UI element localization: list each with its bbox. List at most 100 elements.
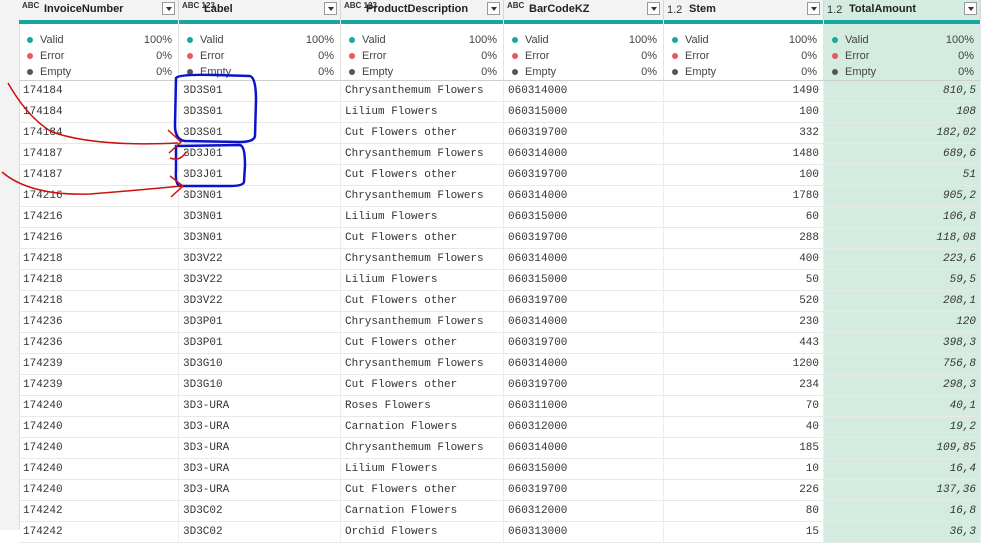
cell-desc[interactable]: Chrysanthemum Flowers: [341, 81, 504, 102]
cell-label[interactable]: 3D3G10: [179, 354, 341, 375]
cell-total[interactable]: 108: [824, 102, 981, 123]
cell-barcode[interactable]: 060319700: [504, 480, 664, 501]
cell-barcode[interactable]: 060312000: [504, 501, 664, 522]
cell-label[interactable]: 3D3C02: [179, 501, 341, 522]
cell-stem[interactable]: 1200: [664, 354, 824, 375]
cell-invoice[interactable]: 174184: [19, 102, 179, 123]
cell-invoice[interactable]: 174240: [19, 459, 179, 480]
cell-label[interactable]: 3D3-URA: [179, 438, 341, 459]
cell-total[interactable]: 223,6: [824, 249, 981, 270]
cell-total[interactable]: 36,3: [824, 522, 981, 543]
cell-desc[interactable]: Cut Flowers other: [341, 375, 504, 396]
column-header-label[interactable]: ABC 123 Label: [179, 0, 341, 20]
cell-stem[interactable]: 226: [664, 480, 824, 501]
cell-desc[interactable]: Chrysanthemum Flowers: [341, 438, 504, 459]
cell-total[interactable]: 19,2: [824, 417, 981, 438]
cell-barcode[interactable]: 060314000: [504, 354, 664, 375]
cell-invoice[interactable]: 174218: [19, 291, 179, 312]
cell-barcode[interactable]: 060319700: [504, 333, 664, 354]
cell-total[interactable]: 51: [824, 165, 981, 186]
cell-stem[interactable]: 520: [664, 291, 824, 312]
cell-stem[interactable]: 288: [664, 228, 824, 249]
cell-invoice[interactable]: 174236: [19, 333, 179, 354]
cell-stem[interactable]: 400: [664, 249, 824, 270]
cell-barcode[interactable]: 060311000: [504, 396, 664, 417]
cell-desc[interactable]: Lilium Flowers: [341, 102, 504, 123]
cell-label[interactable]: 3D3-URA: [179, 480, 341, 501]
cell-barcode[interactable]: 060314000: [504, 186, 664, 207]
cell-label[interactable]: 3D3G10: [179, 375, 341, 396]
cell-total[interactable]: 109,85: [824, 438, 981, 459]
cell-desc[interactable]: Cut Flowers other: [341, 123, 504, 144]
cell-desc[interactable]: Cut Flowers other: [341, 228, 504, 249]
cell-desc[interactable]: Chrysanthemum Flowers: [341, 249, 504, 270]
cell-stem[interactable]: 1780: [664, 186, 824, 207]
cell-total[interactable]: 40,1: [824, 396, 981, 417]
cell-invoice[interactable]: 174184: [19, 81, 179, 102]
cell-label[interactable]: 3D3P01: [179, 333, 341, 354]
cell-total[interactable]: 756,8: [824, 354, 981, 375]
cell-barcode[interactable]: 060314000: [504, 249, 664, 270]
cell-label[interactable]: 3D3J01: [179, 144, 341, 165]
cell-barcode[interactable]: 060314000: [504, 144, 664, 165]
type-icon[interactable]: 1.2: [827, 5, 842, 16]
chevron-down-icon[interactable]: [487, 2, 500, 15]
cell-desc[interactable]: Roses Flowers: [341, 396, 504, 417]
cell-invoice[interactable]: 174242: [19, 522, 179, 543]
cell-barcode[interactable]: 060313000: [504, 522, 664, 543]
cell-barcode[interactable]: 060319700: [504, 123, 664, 144]
cell-total[interactable]: 905,2: [824, 186, 981, 207]
cell-invoice[interactable]: 174240: [19, 480, 179, 501]
cell-desc[interactable]: Cut Flowers other: [341, 480, 504, 501]
cell-stem[interactable]: 1480: [664, 144, 824, 165]
cell-invoice[interactable]: 174242: [19, 501, 179, 522]
cell-total[interactable]: 298,3: [824, 375, 981, 396]
cell-invoice[interactable]: 174216: [19, 207, 179, 228]
cell-invoice[interactable]: 174239: [19, 375, 179, 396]
column-header-invoice[interactable]: ABC InvoiceNumber: [19, 0, 179, 20]
column-header-total[interactable]: 1.2 TotalAmount: [824, 0, 981, 20]
cell-stem[interactable]: 50: [664, 270, 824, 291]
cell-barcode[interactable]: 060314000: [504, 438, 664, 459]
cell-label[interactable]: 3D3-URA: [179, 417, 341, 438]
cell-total[interactable]: 137,36: [824, 480, 981, 501]
cell-invoice[interactable]: 174184: [19, 123, 179, 144]
cell-invoice[interactable]: 174218: [19, 249, 179, 270]
chevron-down-icon[interactable]: [162, 2, 175, 15]
cell-total[interactable]: 16,4: [824, 459, 981, 480]
cell-invoice[interactable]: 174240: [19, 417, 179, 438]
cell-desc[interactable]: Cut Flowers other: [341, 333, 504, 354]
column-header-desc[interactable]: ABC 123 ProductDescription: [341, 0, 504, 20]
cell-invoice[interactable]: 174187: [19, 144, 179, 165]
cell-invoice[interactable]: 174187: [19, 165, 179, 186]
chevron-down-icon[interactable]: [647, 2, 660, 15]
cell-stem[interactable]: 332: [664, 123, 824, 144]
cell-desc[interactable]: Cut Flowers other: [341, 291, 504, 312]
cell-label[interactable]: 3D3V22: [179, 291, 341, 312]
cell-barcode[interactable]: 060315000: [504, 459, 664, 480]
cell-barcode[interactable]: 060315000: [504, 270, 664, 291]
cell-stem[interactable]: 80: [664, 501, 824, 522]
cell-stem[interactable]: 100: [664, 165, 824, 186]
cell-total[interactable]: 810,5: [824, 81, 981, 102]
cell-invoice[interactable]: 174240: [19, 438, 179, 459]
cell-label[interactable]: 3D3V22: [179, 270, 341, 291]
cell-total[interactable]: 208,1: [824, 291, 981, 312]
cell-barcode[interactable]: 060314000: [504, 81, 664, 102]
cell-label[interactable]: 3D3N01: [179, 186, 341, 207]
cell-stem[interactable]: 234: [664, 375, 824, 396]
cell-stem[interactable]: 15: [664, 522, 824, 543]
cell-total[interactable]: 689,6: [824, 144, 981, 165]
cell-stem[interactable]: 443: [664, 333, 824, 354]
cell-stem[interactable]: 40: [664, 417, 824, 438]
cell-total[interactable]: 182,02: [824, 123, 981, 144]
cell-barcode[interactable]: 060319700: [504, 228, 664, 249]
cell-barcode[interactable]: 060312000: [504, 417, 664, 438]
cell-total[interactable]: 59,5: [824, 270, 981, 291]
cell-label[interactable]: 3D3-URA: [179, 396, 341, 417]
cell-desc[interactable]: Cut Flowers other: [341, 165, 504, 186]
cell-barcode[interactable]: 060319700: [504, 291, 664, 312]
cell-total[interactable]: 106,8: [824, 207, 981, 228]
cell-total[interactable]: 398,3: [824, 333, 981, 354]
cell-stem[interactable]: 70: [664, 396, 824, 417]
